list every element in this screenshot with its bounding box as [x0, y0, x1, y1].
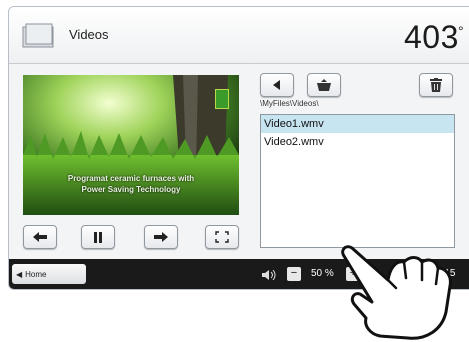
pointing-hand-icon — [341, 245, 452, 340]
open-folder-icon — [317, 79, 331, 91]
rewind-icon — [33, 232, 47, 242]
file-item-video2[interactable]: Video2.wmv — [261, 133, 454, 151]
home-button[interactable]: ◀ Home — [12, 264, 86, 284]
volume-down-button[interactable]: − — [287, 267, 301, 281]
temperature-readout: 403 — [404, 19, 459, 55]
trash-icon — [430, 78, 442, 92]
video-logo — [215, 89, 229, 109]
back-button[interactable] — [260, 73, 294, 97]
forward-button[interactable] — [144, 225, 178, 249]
header-bar: Videos 403 ° — [9, 7, 469, 64]
current-path: \MyFiles\Videos\ — [260, 99, 319, 108]
back-icon — [273, 80, 280, 90]
delete-button[interactable] — [419, 73, 453, 97]
home-arrow-icon: ◀ — [16, 269, 23, 279]
forward-icon — [154, 232, 168, 242]
video-overlay-line2: Power Saving Technology — [81, 185, 181, 194]
video-overlay-line1: Programat ceramic furnaces with — [67, 174, 195, 183]
pause-button[interactable] — [81, 225, 115, 249]
pause-icon — [94, 231, 102, 243]
fullscreen-icon — [215, 231, 229, 243]
open-folder-button[interactable] — [307, 73, 341, 97]
file-list[interactable]: Video1.wmv Video2.wmv — [260, 114, 455, 248]
page-title: Videos — [69, 27, 109, 42]
file-item-video1[interactable]: Video1.wmv — [261, 115, 454, 133]
home-label: Home — [25, 269, 47, 279]
folder-icon — [22, 23, 54, 48]
speaker-icon — [262, 270, 276, 280]
video-preview[interactable]: Programat ceramic furnaces with Power Sa… — [23, 75, 239, 215]
fullscreen-button[interactable] — [205, 225, 239, 249]
rewind-button[interactable] — [23, 225, 57, 249]
video-overlay-text: Programat ceramic furnaces with Power Sa… — [23, 173, 239, 195]
temperature-unit: ° — [458, 23, 464, 39]
